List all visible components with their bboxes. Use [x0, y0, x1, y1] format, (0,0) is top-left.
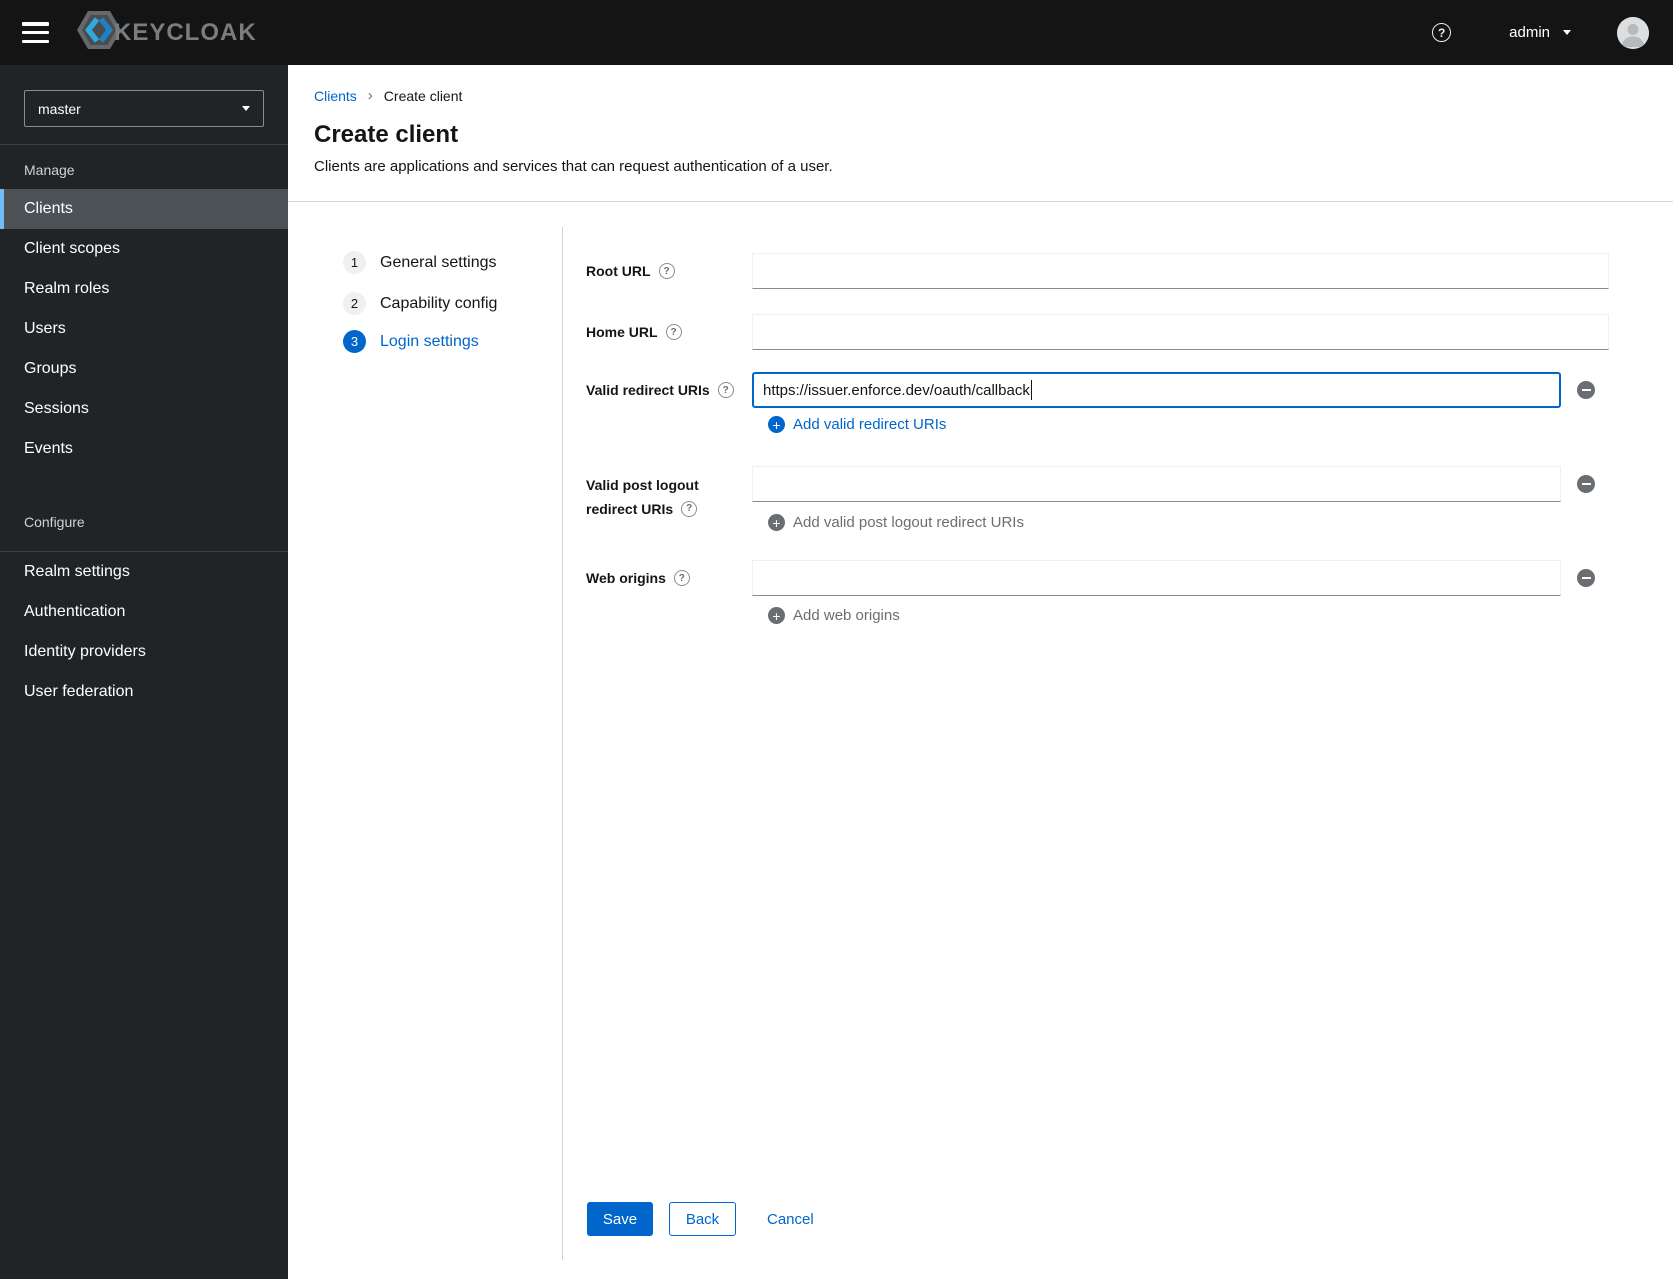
- sidebar-item-realm-settings[interactable]: Realm settings: [0, 552, 288, 592]
- save-button[interactable]: Save: [587, 1202, 653, 1236]
- brand-name: KEYCLOAK: [114, 18, 257, 46]
- valid-redirect-uri-input[interactable]: https://issuer.enforce.dev/oauth/callbac…: [752, 372, 1561, 408]
- help-icon[interactable]: ?: [1432, 23, 1452, 42]
- wizard-step-login-settings[interactable]: 3 Login settings: [343, 330, 479, 353]
- add-redirect-uri-button[interactable]: + Add valid redirect URIs: [768, 416, 946, 433]
- valid-redirect-uris-help-icon[interactable]: ?: [717, 382, 734, 398]
- valid-redirect-uris-label: Valid redirect URIs ?: [586, 372, 734, 408]
- wizard-divider: [562, 227, 563, 1260]
- add-post-logout-uri-button[interactable]: + Add valid post logout redirect URIs: [768, 514, 1024, 531]
- wizard-step-capability-config[interactable]: 2 Capability config: [343, 292, 497, 315]
- keycloak-logo[interactable]: KEYCLOAK: [77, 11, 257, 54]
- cancel-button[interactable]: Cancel: [767, 1202, 814, 1236]
- hamburger-menu-icon[interactable]: [22, 22, 49, 43]
- sidebar-item-events[interactable]: Events: [0, 429, 288, 469]
- step-number: 3: [343, 330, 366, 353]
- root-url-help-icon[interactable]: ?: [658, 263, 675, 279]
- step-number: 1: [343, 251, 366, 274]
- avatar[interactable]: [1617, 16, 1649, 49]
- plus-circle-icon: +: [768, 607, 785, 624]
- keycloak-admin-console: KEYCLOAK ? admin master Manage Clients C…: [0, 0, 1673, 1279]
- home-url-help-icon[interactable]: ?: [665, 324, 682, 340]
- remove-redirect-uri-button[interactable]: [1577, 381, 1595, 399]
- breadcrumb-current: Create client: [383, 87, 463, 104]
- page-title: Create client: [314, 121, 459, 148]
- sidebar-item-user-federation[interactable]: User federation: [0, 672, 288, 712]
- sidebar-item-clients[interactable]: Clients: [0, 189, 288, 229]
- user-menu-label[interactable]: admin: [1509, 24, 1550, 41]
- wizard-step-general-settings[interactable]: 1 General settings: [343, 251, 497, 274]
- web-origins-help-icon[interactable]: ?: [673, 570, 690, 586]
- top-bar: KEYCLOAK ? admin: [0, 0, 1673, 65]
- post-logout-uri-input[interactable]: [752, 466, 1561, 502]
- web-origin-input[interactable]: [752, 560, 1561, 596]
- home-url-input[interactable]: [752, 314, 1609, 350]
- text-cursor: [1030, 380, 1033, 400]
- sidebar-item-sessions[interactable]: Sessions: [0, 389, 288, 429]
- plus-circle-icon: +: [768, 514, 785, 531]
- step-label: Login settings: [380, 332, 479, 350]
- sidebar-item-realm-roles[interactable]: Realm roles: [0, 269, 288, 309]
- sidebar: master Manage Clients Client scopes Real…: [0, 65, 288, 1279]
- realm-selector-caret-icon: [242, 106, 250, 111]
- root-url-label: Root URL ?: [586, 253, 675, 289]
- topbar-actions: ? admin: [1432, 16, 1673, 49]
- page-description: Clients are applications and services th…: [314, 158, 833, 175]
- back-button[interactable]: Back: [669, 1202, 736, 1236]
- page-header: Clients › Create client Create client Cl…: [288, 65, 1673, 202]
- sidebar-item-authentication[interactable]: Authentication: [0, 592, 288, 632]
- breadcrumb: Clients › Create client: [314, 87, 1673, 104]
- breadcrumb-separator-icon: ›: [367, 87, 373, 104]
- plus-circle-icon: +: [768, 416, 785, 433]
- realm-selector[interactable]: master: [24, 90, 264, 127]
- breadcrumb-clients-link[interactable]: Clients: [314, 88, 357, 104]
- nav-group-manage: Manage: [24, 162, 75, 178]
- add-web-origin-button[interactable]: + Add web origins: [768, 607, 900, 624]
- sidebar-item-client-scopes[interactable]: Client scopes: [0, 229, 288, 269]
- content-area: Clients › Create client Create client Cl…: [288, 65, 1673, 1279]
- nav-group-configure: Configure: [24, 514, 85, 530]
- post-logout-uris-label: Valid post logout redirect URIs ?: [586, 477, 699, 517]
- sidebar-item-identity-providers[interactable]: Identity providers: [0, 632, 288, 672]
- remove-web-origin-button[interactable]: [1577, 569, 1595, 587]
- step-label: Capability config: [380, 294, 498, 312]
- realm-selector-value: master: [38, 100, 81, 117]
- create-client-wizard: 1 General settings 2 Capability config 3…: [288, 202, 1673, 1279]
- user-menu-caret-icon[interactable]: [1563, 30, 1571, 35]
- form-actions: Save Back Cancel: [587, 1202, 814, 1236]
- post-logout-uris-help-icon[interactable]: ?: [681, 501, 698, 517]
- web-origins-label: Web origins ?: [586, 560, 690, 596]
- home-url-label: Home URL ?: [586, 314, 682, 350]
- valid-redirect-uri-value: https://issuer.enforce.dev/oauth/callbac…: [763, 381, 1030, 399]
- sidebar-item-users[interactable]: Users: [0, 309, 288, 349]
- remove-post-logout-uri-button[interactable]: [1577, 475, 1595, 493]
- root-url-input[interactable]: [752, 253, 1609, 289]
- step-label: General settings: [380, 253, 497, 271]
- step-number: 2: [343, 292, 366, 315]
- sidebar-item-groups[interactable]: Groups: [0, 349, 288, 389]
